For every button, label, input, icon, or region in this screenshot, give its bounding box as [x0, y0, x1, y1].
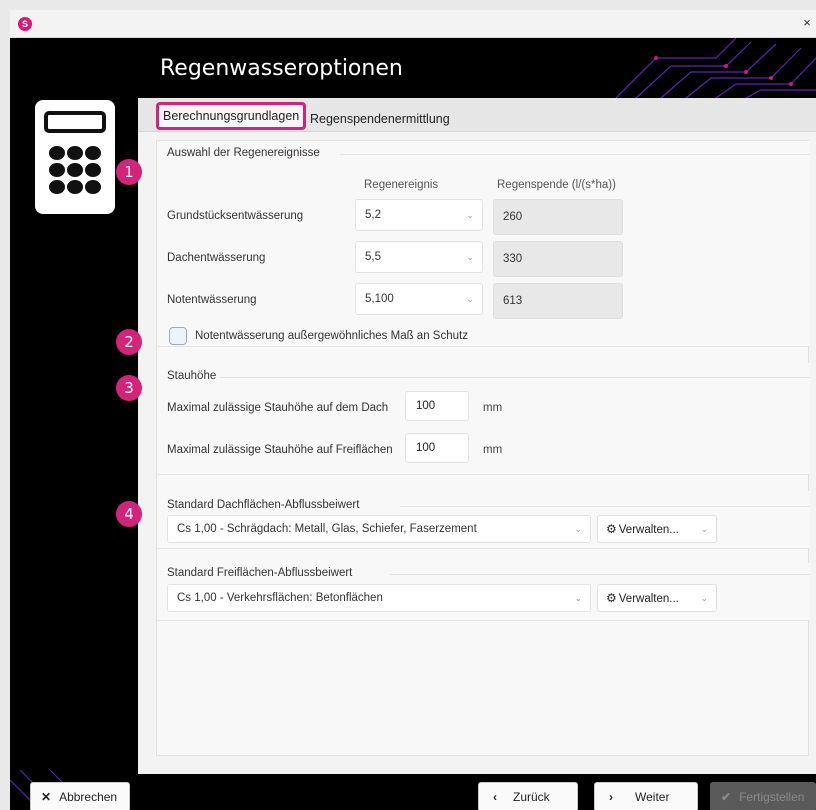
row-label-not: Notentwässerung — [167, 294, 257, 306]
circuit-decoration-icon — [615, 38, 816, 98]
gear-icon: ⚙ — [606, 522, 617, 536]
rain-events-legend: Auswahl der Regenereignisse — [167, 147, 320, 159]
annotation-badge-4: 4 — [116, 501, 142, 527]
gear-icon: ⚙ — [606, 591, 617, 605]
chevron-down-icon: ⌄ — [466, 252, 474, 262]
annotation-badge-3: 3 — [116, 375, 142, 401]
roof-stauhoehe-label: Maximal zulässige Stauhöhe auf dem Dach — [167, 402, 389, 414]
open-stauhoehe-input[interactable] — [405, 433, 469, 463]
row-label-dach: Dachentwässerung — [167, 252, 266, 264]
chevron-down-icon: ⌄ — [574, 524, 582, 534]
chevron-right-icon: › — [609, 790, 613, 804]
tab-regenspendenermittlung[interactable]: Regenspendenermittlung — [306, 106, 454, 132]
open-coeff-select[interactable]: Cs 1,00 - Verkehrsflächen: Betonflächen ⌄ — [167, 584, 591, 612]
open-stauhoehe-unit: mm — [483, 444, 503, 456]
tab-content: Auswahl der Regenereignisse Regenereigni… — [156, 140, 810, 756]
rate-value-grundstueck: 260 — [493, 199, 623, 235]
finish-button[interactable]: ✔ Fertigstellen — [710, 782, 816, 810]
event-select-dach[interactable]: 5,5 ⌄ — [355, 241, 483, 273]
chevron-down-icon: ⌄ — [574, 593, 582, 603]
next-button[interactable]: › Weiter — [594, 782, 698, 810]
annotation-badge-1: 1 — [116, 159, 142, 185]
cancel-button[interactable]: ✕ Abbrechen — [30, 782, 130, 810]
column-header-event: Regenereignis — [364, 179, 439, 191]
app-logo-icon: S — [18, 17, 32, 31]
roof-coeff-group: Standard Dachflächen-Abflussbeiwert Cs 1… — [157, 491, 810, 549]
title-bar: S × — [10, 10, 816, 38]
event-select-grundstueck[interactable]: 5,2 ⌄ — [355, 199, 483, 231]
close-icon: ✕ — [41, 790, 52, 804]
dialog-title: Regenwasseroptionen — [160, 56, 403, 81]
tab-berechnungsgrundlagen[interactable]: Berechnungsgrundlagen — [156, 102, 307, 130]
rain-events-group: Auswahl der Regenereignisse Regenereigni… — [157, 141, 810, 347]
chevron-left-icon: ‹ — [493, 790, 497, 804]
column-header-rate: Regenspende (l/(s*ha)) — [497, 179, 616, 191]
open-coeff-group: Standard Freiflächen-Abflussbeiwert Cs 1… — [157, 563, 810, 621]
rate-value-not: 613 — [493, 283, 623, 319]
close-icon[interactable]: × — [800, 14, 814, 32]
emergency-protection-label: Notentwässerung außergewöhnliches Maß an… — [195, 330, 468, 342]
chevron-down-icon: ⌄ — [466, 210, 474, 220]
stauhoehe-group: Stauhöhe Maximal zulässige Stauhöhe auf … — [157, 363, 810, 475]
chevron-down-icon: ⌄ — [700, 524, 708, 534]
open-coeff-manage-button[interactable]: ⚙ Verwalten... ⌄ — [597, 584, 717, 612]
chevron-down-icon: ⌄ — [466, 294, 474, 304]
open-coeff-legend: Standard Freiflächen-Abflussbeiwert — [167, 567, 353, 579]
roof-coeff-manage-button[interactable]: ⚙ Verwalten... ⌄ — [597, 515, 717, 543]
roof-coeff-select[interactable]: Cs 1,00 - Schrägdach: Metall, Glas, Schi… — [167, 515, 591, 543]
row-label-grundstueck: Grundstücksentwässerung — [167, 210, 304, 222]
roof-stauhoehe-input[interactable] — [405, 391, 469, 421]
main-panel: Berechnungsgrundlagen Regenspendenermitt… — [138, 98, 816, 774]
roof-coeff-legend: Standard Dachflächen-Abflussbeiwert — [167, 499, 360, 511]
rate-value-dach: 330 — [493, 241, 623, 277]
annotation-badge-2: 2 — [116, 329, 142, 355]
emergency-protection-checkbox[interactable] — [169, 327, 187, 345]
stauhoehe-legend: Stauhöhe — [167, 370, 217, 382]
chevron-down-icon: ⌄ — [700, 593, 708, 603]
roof-stauhoehe-unit: mm — [483, 402, 503, 414]
calculator-icon — [35, 100, 115, 214]
open-stauhoehe-label: Maximal zulässige Stauhöhe auf Freifläch… — [167, 444, 393, 456]
back-button[interactable]: ‹ Zurück — [478, 782, 578, 810]
check-icon: ✔ — [721, 790, 732, 804]
tab-bar: Berechnungsgrundlagen Regenspendenermitt… — [138, 98, 816, 132]
event-select-not[interactable]: 5,100 ⌄ — [355, 283, 483, 315]
